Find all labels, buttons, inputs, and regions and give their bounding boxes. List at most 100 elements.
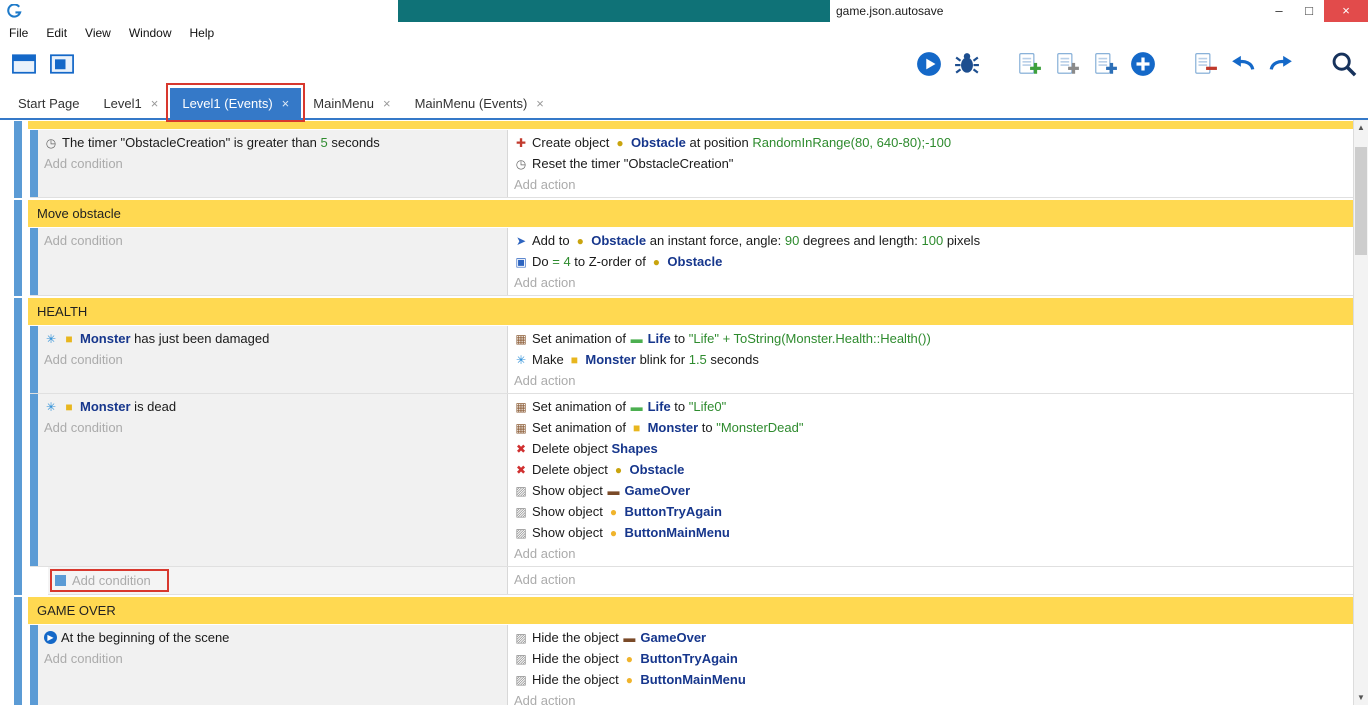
group-header-partial[interactable] bbox=[28, 121, 1353, 129]
add-condition-button[interactable]: Add condition bbox=[38, 153, 507, 174]
tab-level1-events[interactable]: Level1 (Events) × bbox=[170, 88, 301, 118]
action-line[interactable]: ✳Make ■Monster blink for 1.5 seconds bbox=[508, 349, 1353, 370]
scrollbar-track[interactable] bbox=[1354, 135, 1368, 690]
menu-help[interactable]: Help bbox=[181, 22, 224, 44]
preview-play-button[interactable] bbox=[916, 51, 942, 82]
project-manager-icon bbox=[10, 50, 38, 83]
condition-column: ✳■Monster has just been damagedAdd condi… bbox=[38, 326, 508, 393]
images-editor-button[interactable] bbox=[48, 50, 76, 83]
scroll-up-icon[interactable]: ▲ bbox=[1354, 120, 1368, 135]
event-text: blink for bbox=[636, 352, 689, 367]
add-custom-event-button[interactable] bbox=[1130, 51, 1156, 82]
scrollbar-thumb[interactable] bbox=[1355, 147, 1367, 255]
add-action-button[interactable]: Add action bbox=[508, 272, 1353, 293]
monster-thumb: ■ bbox=[567, 354, 581, 366]
tab-start-page[interactable]: Start Page bbox=[6, 88, 91, 118]
add-action-button[interactable]: Add action bbox=[508, 370, 1353, 391]
tab-mainmenu-events[interactable]: MainMenu (Events)× bbox=[403, 88, 556, 118]
action-line[interactable]: ✖Delete object ●Obstacle bbox=[508, 459, 1353, 480]
menu-file[interactable]: File bbox=[0, 22, 37, 44]
action-line[interactable]: ➤Add to ●Obstacle an instant force, angl… bbox=[508, 230, 1353, 251]
tab-label: Level1 (Events) bbox=[182, 96, 272, 111]
condition-line[interactable]: ◷The timer "ObstacleCreation" is greater… bbox=[38, 132, 507, 153]
action-line[interactable]: ▨Hide the object ▬GameOver bbox=[508, 627, 1353, 648]
action-line[interactable]: ▨Show object ●ButtonMainMenu bbox=[508, 522, 1353, 543]
action-line[interactable]: ✚Create object ●Obstacle at position Ran… bbox=[508, 132, 1353, 153]
event-drag-handle[interactable] bbox=[30, 130, 38, 197]
redo-button[interactable] bbox=[1268, 51, 1294, 82]
event-row: ◷The timer "ObstacleCreation" is greater… bbox=[30, 130, 1353, 198]
action-line[interactable]: ▨Hide the object ●ButtonMainMenu bbox=[508, 669, 1353, 690]
condition-line[interactable]: ✳■Monster is dead bbox=[38, 396, 507, 417]
condition-column: Add condition bbox=[38, 228, 508, 295]
action-line[interactable]: ▨Hide the object ●ButtonTryAgain bbox=[508, 648, 1353, 669]
event-text: to Z-order of bbox=[571, 254, 650, 269]
subevent-drag-handle[interactable] bbox=[55, 575, 66, 586]
action-column: ➤Add to ●Obstacle an instant force, angl… bbox=[508, 228, 1353, 295]
add-action-button[interactable]: Add action bbox=[508, 569, 1353, 590]
maximize-button[interactable]: □ bbox=[1294, 0, 1324, 22]
event-drag-handle[interactable] bbox=[30, 326, 38, 393]
group-drag-handle[interactable] bbox=[14, 200, 22, 296]
add-action-button[interactable]: Add action bbox=[508, 174, 1353, 195]
add-condition-button[interactable]: Add condition bbox=[72, 573, 151, 588]
action-line[interactable]: ▦Set animation of ▬Life to "Life" + ToSt… bbox=[508, 328, 1353, 349]
close-button[interactable]: × bbox=[1324, 0, 1368, 22]
menu-window[interactable]: Window bbox=[120, 22, 181, 44]
search-button[interactable] bbox=[1330, 50, 1358, 83]
window-title: game.json.autosave bbox=[836, 4, 943, 18]
toggle-event-disabled-button[interactable] bbox=[1192, 51, 1218, 82]
tab-label: Level1 bbox=[103, 96, 141, 111]
project-manager-button[interactable] bbox=[10, 50, 38, 83]
group-header-game-over[interactable]: GAME OVER bbox=[28, 597, 1353, 624]
group-header-health[interactable]: HEALTH bbox=[28, 298, 1353, 325]
group-header-move-obstacle[interactable]: Move obstacle bbox=[28, 200, 1353, 227]
minimize-button[interactable]: – bbox=[1264, 0, 1294, 22]
event-text: seconds bbox=[707, 352, 759, 367]
add-action-button[interactable]: Add action bbox=[508, 543, 1353, 564]
tab-mainmenu[interactable]: MainMenu× bbox=[301, 88, 402, 118]
gdevelop-logo-icon bbox=[7, 4, 22, 19]
scroll-down-icon[interactable]: ▼ bbox=[1354, 690, 1368, 705]
add-subevent-button[interactable] bbox=[1054, 51, 1080, 82]
condition-line[interactable]: ✳■Monster has just been damaged bbox=[38, 328, 507, 349]
event-text: to bbox=[671, 399, 689, 414]
parameter-value: "Life" + ToString(Monster.Health::Health… bbox=[689, 331, 931, 346]
add-action-button[interactable]: Add action bbox=[508, 690, 1353, 705]
group-drag-handle[interactable] bbox=[14, 597, 22, 705]
object-name: Obstacle bbox=[591, 233, 646, 248]
add-comment-button[interactable] bbox=[1092, 51, 1118, 82]
event-row: ▶At the beginning of the sceneAdd condit… bbox=[30, 625, 1353, 705]
action-line[interactable]: ▨Show object ●ButtonTryAgain bbox=[508, 501, 1353, 522]
event-drag-handle[interactable] bbox=[30, 394, 38, 566]
event-sheet-panel: ◷The timer "ObstacleCreation" is greater… bbox=[0, 120, 1368, 705]
action-line[interactable]: ▨Show object ▬GameOver bbox=[508, 480, 1353, 501]
tab-close-icon[interactable]: × bbox=[282, 96, 290, 111]
group-drag-handle[interactable] bbox=[14, 298, 22, 595]
add-event-button[interactable] bbox=[1016, 51, 1042, 82]
tab-level1[interactable]: Level1 × bbox=[91, 88, 170, 118]
add-condition-button[interactable]: Add condition bbox=[38, 230, 507, 251]
action-line[interactable]: ✖Delete object Shapes bbox=[508, 438, 1353, 459]
tab-close-icon[interactable]: × bbox=[151, 96, 159, 111]
group-drag-handle[interactable] bbox=[14, 121, 22, 198]
vertical-scrollbar[interactable]: ▲ ▼ bbox=[1353, 120, 1368, 705]
action-line[interactable]: ▦Set animation of ■Monster to "MonsterDe… bbox=[508, 417, 1353, 438]
undo-button[interactable] bbox=[1230, 51, 1256, 82]
images-editor-icon bbox=[48, 50, 76, 83]
add-condition-button[interactable]: Add condition bbox=[38, 417, 507, 438]
menu-view[interactable]: View bbox=[76, 22, 120, 44]
add-condition-button[interactable]: Add condition bbox=[38, 648, 507, 669]
event-drag-handle[interactable] bbox=[30, 625, 38, 705]
condition-line[interactable]: ▶At the beginning of the scene bbox=[38, 627, 507, 648]
action-line[interactable]: ▦Set animation of ▬Life to "Life0" bbox=[508, 396, 1353, 417]
event-drag-handle[interactable] bbox=[30, 228, 38, 295]
event-text: Make bbox=[532, 352, 567, 367]
tab-close-icon[interactable]: × bbox=[536, 96, 544, 111]
action-line[interactable]: ▣Do = 4 to Z-order of ●Obstacle bbox=[508, 251, 1353, 272]
debugger-button[interactable] bbox=[954, 51, 980, 82]
action-line[interactable]: ◷Reset the timer "ObstacleCreation" bbox=[508, 153, 1353, 174]
add-condition-button[interactable]: Add condition bbox=[38, 349, 507, 370]
tab-close-icon[interactable]: × bbox=[383, 96, 391, 111]
menu-edit[interactable]: Edit bbox=[37, 22, 76, 44]
